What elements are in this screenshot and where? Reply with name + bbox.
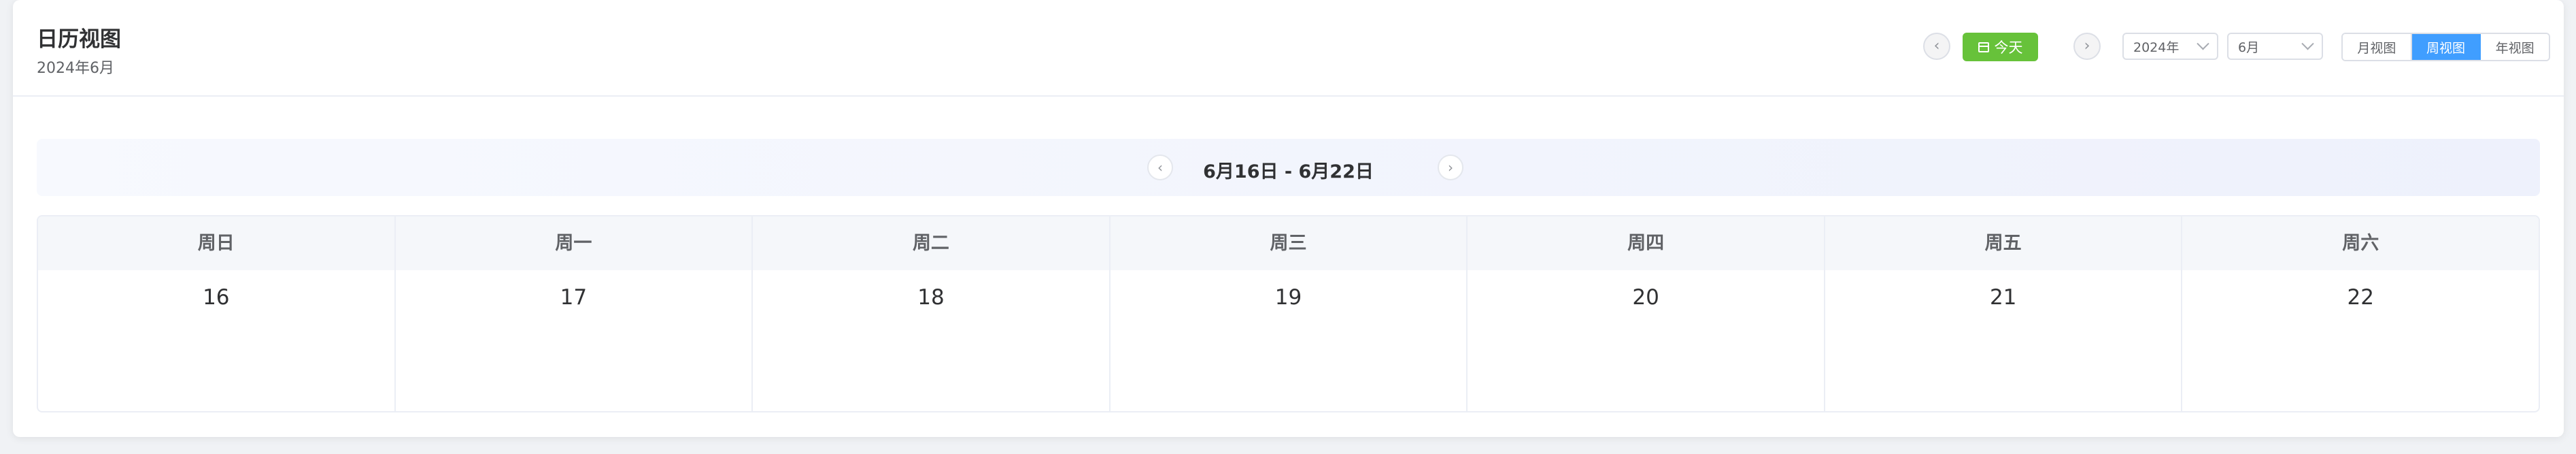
weekday-header: 周五 (1825, 216, 2183, 270)
weekday-header: 周六 (2342, 233, 2379, 254)
view-switcher: 月视图 周视图 年视图 (2341, 33, 2550, 61)
calendar-header: 日历视图 2024年6月 ‹ 今天 › 2024年 6月 月视图 周视图 年视图 (13, 0, 2564, 97)
page-title: 日历视图 (37, 27, 121, 52)
day-cell[interactable]: 18 (753, 270, 1111, 411)
week-navigation-bar: ‹ 6月16日 - 6月22日 › (37, 139, 2540, 196)
day-cell[interactable]: 20 (1468, 270, 1825, 411)
week-view-button[interactable]: 周视图 (2411, 34, 2481, 60)
week-grid: 周日 周一 周二 周三 周四 周五 周六 16 17 18 19 20 21 2… (37, 215, 2540, 412)
week-range-label: 6月16日 - 6月22日 (1203, 161, 1374, 182)
weekday-header: 周三 (1111, 216, 1468, 270)
weekday-header: 周二 (753, 216, 1111, 270)
month-select[interactable]: 6月 (2227, 33, 2323, 60)
month-view-button[interactable]: 月视图 (2343, 34, 2412, 60)
next-month-button[interactable]: › (2073, 33, 2101, 60)
calendar-icon (1978, 42, 1989, 52)
day-cell[interactable]: 22 (2182, 270, 2539, 411)
chevron-down-icon (2301, 37, 2314, 50)
weekday-header: 周日 (38, 216, 396, 270)
chevron-left-icon: ‹ (1933, 37, 1940, 54)
year-select-value: 2024年 (2133, 39, 2180, 55)
year-view-button[interactable]: 年视图 (2481, 34, 2549, 60)
chevron-right-icon: › (1448, 159, 1453, 176)
next-week-button[interactable]: › (1438, 155, 1463, 180)
today-label: 今天 (1994, 39, 2023, 56)
day-cell[interactable]: 16 (38, 270, 396, 411)
day-cell[interactable]: 17 (396, 270, 753, 411)
chevron-down-icon (2197, 37, 2209, 50)
day-cell[interactable]: 19 (1111, 270, 1468, 411)
today-button[interactable]: 今天 (1963, 33, 2038, 61)
day-cell[interactable]: 21 (1825, 270, 2183, 411)
prev-month-button[interactable]: ‹ (1923, 33, 1950, 60)
weekday-header: 周一 (396, 216, 753, 270)
year-select[interactable]: 2024年 (2122, 33, 2218, 60)
page-subtitle: 2024年6月 (37, 60, 114, 77)
weekday-header: 周四 (1468, 216, 1825, 270)
month-select-value: 6月 (2238, 39, 2260, 55)
calendar-card: 日历视图 2024年6月 ‹ 今天 › 2024年 6月 月视图 周视图 年视图… (13, 0, 2564, 437)
weekday-header-row: 周日 周一 周二 周三 周四 周五 周六 (38, 216, 2539, 270)
chevron-right-icon: › (2084, 37, 2090, 54)
week-days-row: 16 17 18 19 20 21 22 (38, 270, 2539, 411)
